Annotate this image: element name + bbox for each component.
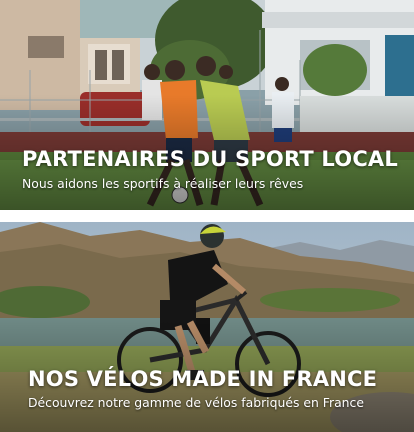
banner-title: PARTENAIRES DU SPORT LOCAL — [22, 147, 398, 171]
banner-subtitle: Découvrez notre gamme de vélos fabriqués… — [28, 395, 364, 410]
made-in-france-bikes-banner[interactable]: NOS VÉLOS MADE IN FRANCE Découvrez notre… — [0, 222, 414, 432]
banner-title: NOS VÉLOS MADE IN FRANCE — [28, 367, 378, 391]
banner-subtitle: Nous aidons les sportifs à réaliser leur… — [22, 176, 304, 191]
local-sport-partners-banner[interactable]: PARTENAIRES DU SPORT LOCAL Nous aidons l… — [0, 0, 414, 210]
